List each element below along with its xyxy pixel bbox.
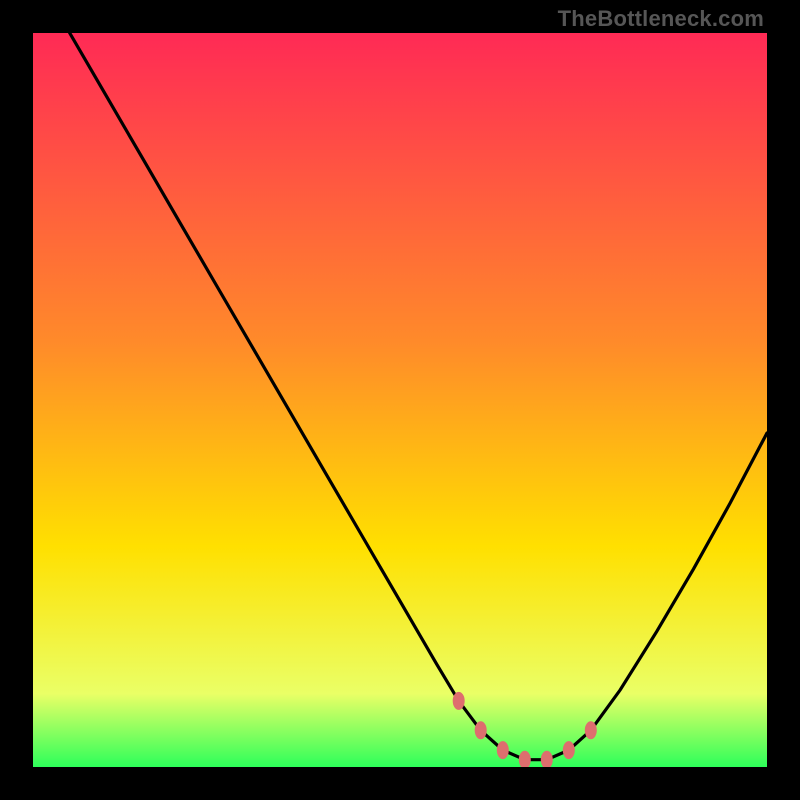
valley-marker bbox=[585, 721, 597, 739]
gradient-background bbox=[33, 33, 767, 767]
watermark-text: TheBottleneck.com bbox=[558, 6, 764, 32]
valley-marker bbox=[497, 741, 509, 759]
valley-marker bbox=[475, 721, 487, 739]
valley-marker bbox=[453, 692, 465, 710]
valley-marker bbox=[563, 741, 575, 759]
bottleneck-chart bbox=[33, 33, 767, 767]
plot-area bbox=[33, 33, 767, 767]
chart-frame: TheBottleneck.com bbox=[0, 0, 800, 800]
